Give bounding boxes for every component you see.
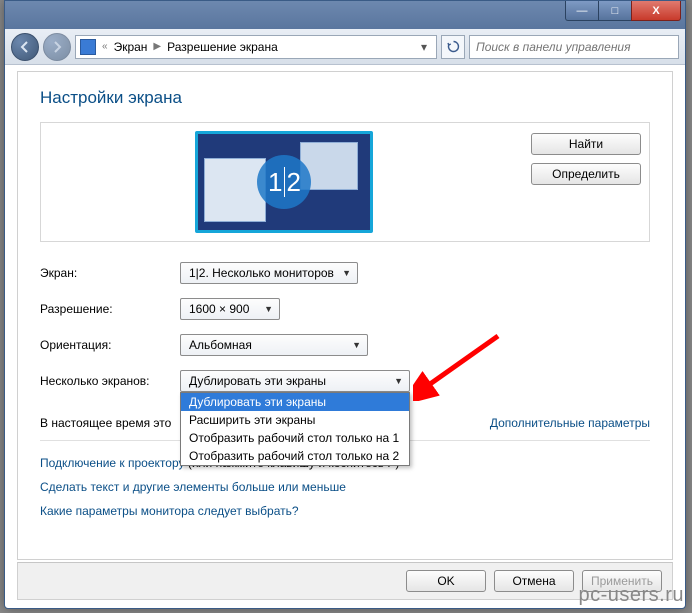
address-bar[interactable]: « Экран ▶ Разрешение экрана ▾ xyxy=(75,35,437,59)
forward-button[interactable] xyxy=(43,33,71,61)
close-button[interactable]: X xyxy=(631,1,681,21)
minimize-button[interactable]: — xyxy=(565,1,599,21)
watermark: pc-users.ru xyxy=(578,584,684,607)
search-input[interactable] xyxy=(469,35,679,59)
content-area: Настройки экрана 1 2 Найти Определить xyxy=(17,71,673,560)
dropdown-option[interactable]: Расширить эти экраны xyxy=(181,411,409,429)
projector-link[interactable]: Подключение к проектору xyxy=(40,456,185,470)
monitor-number: 1 xyxy=(268,167,281,198)
preview-window-icon xyxy=(204,158,266,222)
breadcrumb-item[interactable]: Экран xyxy=(114,40,148,54)
preview-side-buttons: Найти Определить xyxy=(531,131,641,233)
monitor-number: 2 xyxy=(287,167,300,198)
page-title: Настройки экрана xyxy=(40,88,650,108)
maximize-button[interactable]: □ xyxy=(598,1,632,21)
multiple-displays-select-wrap: Дублировать эти экраны ▼ Дублировать эти… xyxy=(180,370,410,392)
multiple-displays-select-value: Дублировать эти экраны xyxy=(189,374,326,388)
back-button[interactable] xyxy=(11,33,39,61)
screen-select-value: 1|2. Несколько мониторов xyxy=(189,266,334,280)
resolution-select[interactable]: 1600 × 900 ▼ xyxy=(180,298,280,320)
chevron-down-icon: ▼ xyxy=(342,268,351,278)
ok-button[interactable]: OK xyxy=(406,570,486,592)
monitor-preview: 1 2 xyxy=(195,131,373,233)
address-dropdown-icon[interactable]: ▾ xyxy=(416,40,432,54)
which-settings-link[interactable]: Какие параметры монитора следует выбрать… xyxy=(40,504,299,518)
orientation-select-value: Альбомная xyxy=(189,338,252,352)
orientation-label: Ориентация: xyxy=(40,338,180,352)
screen-row: Экран: 1|2. Несколько мониторов ▼ xyxy=(40,262,650,284)
monitor-badge: 1 2 xyxy=(257,155,311,209)
dropdown-option[interactable]: Дублировать эти экраны xyxy=(181,393,409,411)
dialog-button-bar: OK Отмена Применить xyxy=(17,562,673,600)
breadcrumb-item[interactable]: Разрешение экрана xyxy=(167,40,278,54)
breadcrumb-sep-icon: « xyxy=(102,41,108,52)
chevron-down-icon: ▼ xyxy=(264,304,273,314)
detect-button[interactable]: Найти xyxy=(531,133,641,155)
navbar: « Экран ▶ Разрешение экрана ▾ xyxy=(5,29,685,65)
chevron-down-icon: ▼ xyxy=(394,376,403,386)
orientation-select[interactable]: Альбомная ▼ xyxy=(180,334,368,356)
display-preview-row: 1 2 Найти Определить xyxy=(40,122,650,242)
cancel-button[interactable]: Отмена xyxy=(494,570,574,592)
window-frame: — □ X « Экран ▶ Разрешение экрана ▾ Наст… xyxy=(4,0,686,609)
screen-select[interactable]: 1|2. Несколько мониторов ▼ xyxy=(180,262,358,284)
multiple-displays-select[interactable]: Дублировать эти экраны ▼ xyxy=(180,370,410,392)
window-controls: — □ X xyxy=(566,1,681,21)
orientation-row: Ориентация: Альбомная ▼ xyxy=(40,334,650,356)
titlebar: — □ X xyxy=(5,1,685,29)
multiple-displays-dropdown: Дублировать эти экраны Расширить эти экр… xyxy=(180,392,410,466)
advanced-settings-link[interactable]: Дополнительные параметры xyxy=(490,416,650,430)
resolution-label: Разрешение: xyxy=(40,302,180,316)
resolution-select-value: 1600 × 900 xyxy=(189,302,249,316)
status-text: В настоящее время это xyxy=(40,416,171,430)
breadcrumb-arrow-icon: ▶ xyxy=(153,41,161,52)
identify-button[interactable]: Определить xyxy=(531,163,641,185)
chevron-down-icon: ▼ xyxy=(352,340,361,350)
dropdown-option[interactable]: Отобразить рабочий стол только на 1 xyxy=(181,429,409,447)
control-panel-icon xyxy=(80,39,96,55)
dropdown-option[interactable]: Отобразить рабочий стол только на 2 xyxy=(181,447,409,465)
screen-label: Экран: xyxy=(40,266,180,280)
multiple-displays-row: Несколько экранов: Дублировать эти экран… xyxy=(40,370,650,392)
display-preview[interactable]: 1 2 xyxy=(49,131,519,233)
resolution-row: Разрешение: 1600 × 900 ▼ xyxy=(40,298,650,320)
text-size-link[interactable]: Сделать текст и другие элементы больше и… xyxy=(40,480,346,494)
refresh-button[interactable] xyxy=(441,35,465,59)
badge-divider-icon xyxy=(284,167,285,197)
multiple-displays-label: Несколько экранов: xyxy=(40,374,180,388)
